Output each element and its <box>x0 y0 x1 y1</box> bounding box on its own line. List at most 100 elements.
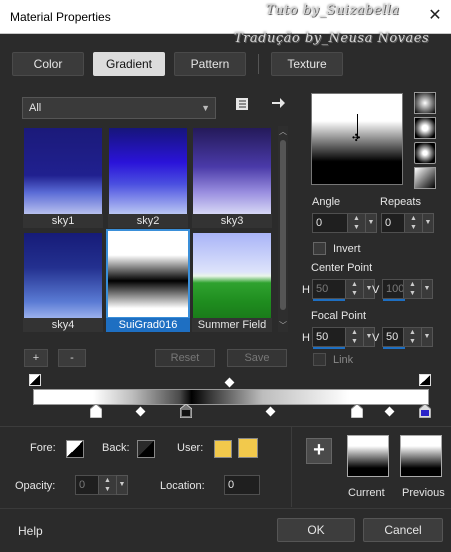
angle-dropdown-icon[interactable]: ▼ <box>365 213 377 233</box>
repeats-label: Repeats <box>380 196 421 208</box>
library-scroll-thumb[interactable] <box>280 140 286 310</box>
tab-color[interactable]: Color <box>12 52 84 76</box>
link-checkbox[interactable] <box>313 353 326 366</box>
focal-h-spinner-icon[interactable]: ▲ ▼ <box>345 328 363 346</box>
cancel-button[interactable]: Cancel <box>363 518 443 542</box>
angle-input[interactable]: 0 ▲ ▼ ▼ <box>312 213 377 233</box>
opacity-spinner-icon[interactable]: ▲ ▼ <box>98 476 116 494</box>
focal-v-label: V <box>372 332 380 344</box>
opacity-input[interactable]: 0 ▲ ▼ ▼ <box>75 475 128 495</box>
reset-button[interactable]: Reset <box>155 349 215 367</box>
tab-gradient[interactable]: Gradient <box>93 52 165 76</box>
color-stop-3[interactable] <box>350 403 364 419</box>
opacity-stop-end[interactable] <box>419 374 431 386</box>
color-midpoint-2[interactable] <box>265 406 276 417</box>
invert-checkbox[interactable] <box>313 242 326 255</box>
current-swatch[interactable] <box>347 435 389 477</box>
gradient-thumb-sky4[interactable] <box>23 232 103 320</box>
opacity-value: 0 <box>79 479 86 491</box>
add-gradient-button[interactable]: + <box>24 349 48 367</box>
center-v-slider[interactable] <box>383 299 405 301</box>
previous-label: Previous <box>402 487 445 499</box>
color-stop-2[interactable] <box>179 403 193 419</box>
tab-texture[interactable]: Texture <box>271 52 343 76</box>
angle-spinner-icon[interactable]: ▲ ▼ <box>347 214 365 232</box>
gradient-label-sky4: sky4 <box>23 318 103 332</box>
gradient-bar[interactable] <box>33 389 429 405</box>
ok-button[interactable]: OK <box>277 518 355 542</box>
center-point-label: Center Point <box>311 262 373 274</box>
focal-h-value: 50 <box>316 331 329 343</box>
style-sunburst-icon[interactable] <box>414 142 436 164</box>
center-v-spinner-icon[interactable]: ▲ ▼ <box>403 280 421 298</box>
gradient-thumb-summer-field[interactable] <box>192 232 272 320</box>
help-link[interactable]: Help <box>18 524 43 538</box>
center-v-dropdown-icon[interactable]: ▼ <box>421 279 433 299</box>
gradient-thumb-sky1[interactable] <box>23 127 103 215</box>
arrow-right-icon[interactable] <box>268 95 288 115</box>
fore-color-swatch[interactable] <box>66 440 84 458</box>
user-label: User: <box>177 442 204 454</box>
gradient-label-suigrad016: SuiGrad016 <box>106 318 190 332</box>
close-button[interactable]: ✕ <box>424 4 446 28</box>
gradient-label-sky1: sky1 <box>23 214 103 228</box>
focal-v-slider[interactable] <box>383 347 405 349</box>
focal-h-label: H <box>302 332 310 344</box>
category-dropdown-value: All <box>29 102 42 114</box>
focal-v-spinner-icon[interactable]: ▲ ▼ <box>403 328 421 346</box>
repeats-input[interactable]: 0 ▲ ▼ ▼ <box>381 213 434 233</box>
style-radial-icon[interactable] <box>414 167 436 189</box>
focal-v-dropdown-icon[interactable]: ▼ <box>421 327 433 347</box>
center-h-slider[interactable] <box>313 299 345 301</box>
center-h-input[interactable]: 50 ▲ ▼ ▼ <box>312 279 375 299</box>
location-value: 0 <box>228 479 235 491</box>
repeats-spinner-icon[interactable]: ▲ ▼ <box>404 214 422 232</box>
add-plus-button[interactable]: + <box>306 438 332 464</box>
style-rectangular-icon[interactable] <box>414 117 436 139</box>
center-v-input[interactable]: 100 ▲ ▼ ▼ <box>382 279 433 299</box>
save-button[interactable]: Save <box>227 349 287 367</box>
back-color-swatch[interactable] <box>137 440 155 458</box>
center-v-value: 100 <box>386 283 405 295</box>
gradient-label-summer-field: Summer Field <box>192 318 272 332</box>
current-label: Current <box>348 487 385 499</box>
gradient-thumb-sky3[interactable] <box>192 127 272 215</box>
user-color-radio[interactable] <box>214 440 232 458</box>
color-midpoint-1[interactable] <box>135 406 146 417</box>
back-label: Back: <box>102 442 130 454</box>
opacity-stop-start[interactable] <box>29 374 41 386</box>
style-linear-icon[interactable] <box>414 92 436 114</box>
user-color-swatch[interactable] <box>238 438 258 458</box>
remove-gradient-button[interactable]: - <box>58 349 86 367</box>
color-stop-1[interactable] <box>89 403 103 419</box>
crosshair-icon[interactable]: ✣ <box>352 134 362 144</box>
gradient-preview[interactable]: ✣ <box>311 93 403 185</box>
center-h-label: H <box>302 284 310 296</box>
book-icon[interactable] <box>232 96 252 116</box>
previous-swatch[interactable] <box>400 435 442 477</box>
focal-point-label: Focal Point <box>311 310 367 322</box>
gradient-thumb-suigrad016[interactable] <box>106 229 190 319</box>
repeats-dropdown-icon[interactable]: ▼ <box>422 213 434 233</box>
gradient-thumb-sky2[interactable] <box>108 127 188 215</box>
category-dropdown[interactable]: All ▼ <box>22 97 216 119</box>
location-input[interactable]: 0 <box>224 475 260 495</box>
center-h-spinner-icon[interactable]: ▲ ▼ <box>345 280 363 298</box>
opacity-midpoint-diamond[interactable] <box>224 377 235 388</box>
focal-h-slider[interactable] <box>313 347 345 349</box>
angle-label: Angle <box>312 196 341 208</box>
focal-v-input[interactable]: 50 ▲ ▼ ▼ <box>382 327 433 347</box>
vertical-divider <box>291 427 292 507</box>
tab-pattern[interactable]: Pattern <box>174 52 246 76</box>
repeats-value: 0 <box>385 217 392 229</box>
scroll-up-icon[interactable]: ︿ <box>279 126 287 136</box>
color-stop-4[interactable] <box>418 403 432 419</box>
link-label: Link <box>333 354 354 366</box>
section-divider <box>0 426 451 427</box>
fore-label: Fore: <box>30 442 56 454</box>
watermark-line-2: Tradução by_Neusa Novaes <box>234 31 430 46</box>
scroll-down-icon[interactable]: ﹀ <box>279 320 287 330</box>
opacity-dropdown-icon[interactable]: ▼ <box>116 475 128 495</box>
focal-h-input[interactable]: 50 ▲ ▼ ▼ <box>312 327 375 347</box>
color-midpoint-3[interactable] <box>384 406 395 417</box>
